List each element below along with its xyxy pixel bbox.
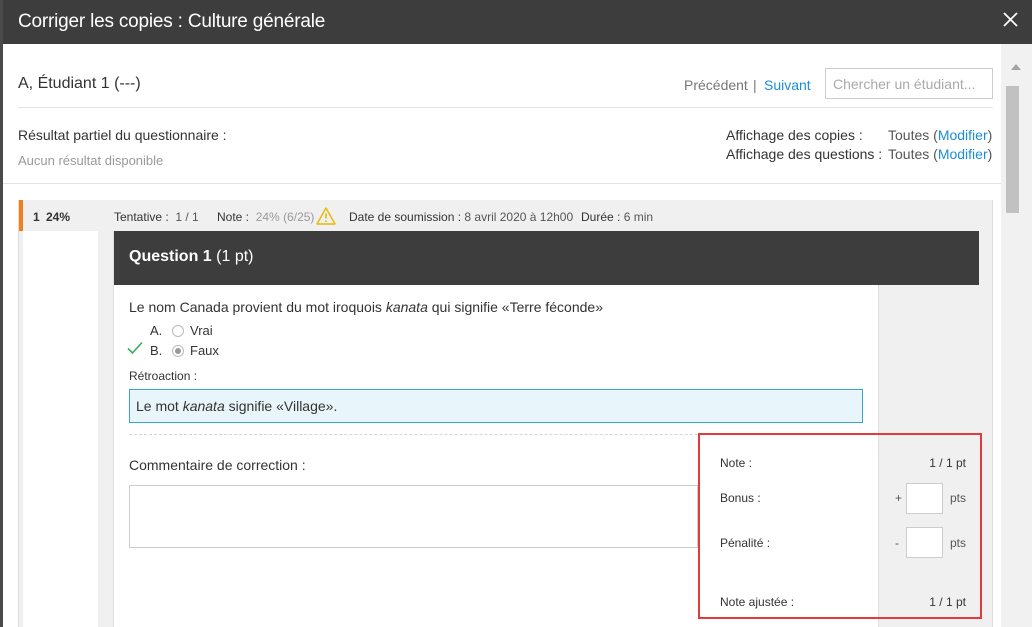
grade-note-label: Note : xyxy=(720,456,753,470)
next-link[interactable]: Suivant xyxy=(764,77,811,93)
copies-display-label: Affichage des copies : xyxy=(726,127,863,143)
questions-modify-link[interactable]: Modifier xyxy=(938,146,988,162)
attempt-number: 1 xyxy=(33,210,40,224)
submission-date-meta: Date de soumission : 8 avril 2020 à 12h0… xyxy=(349,210,574,224)
question-header: Question 1 (1 pt) xyxy=(114,231,979,285)
partial-result-value: Aucun résultat disponible xyxy=(18,153,164,168)
close-icon[interactable] xyxy=(1002,11,1019,28)
choice-b: B. Faux xyxy=(127,341,329,361)
attempt-marker xyxy=(19,200,23,231)
choice-a: A. Vrai xyxy=(150,323,213,338)
radio-choice-b xyxy=(172,345,184,357)
tentative-meta: Tentative : 1 / 1 xyxy=(114,210,199,224)
penalty-unit: pts xyxy=(950,536,967,550)
grading-modal: Corriger les copies : Culture générale A… xyxy=(3,0,1032,627)
radio-choice-a xyxy=(172,325,184,337)
previous-link[interactable]: Précédent xyxy=(684,77,748,93)
adjusted-grade-label: Note ajustée : xyxy=(720,595,795,609)
adjusted-grade-value: 1 / 1 pt xyxy=(929,595,966,609)
student-search-input[interactable] xyxy=(825,68,993,99)
attempt-tab[interactable] xyxy=(23,231,98,627)
question-title: Question 1 (1 pt) xyxy=(129,248,254,265)
divider xyxy=(18,107,993,108)
feedback-label: Rétroaction : xyxy=(129,369,198,383)
bonus-label: Bonus : xyxy=(720,491,761,505)
partial-result-label: Résultat partiel du questionnaire : xyxy=(18,127,227,143)
modal-header: Corriger les copies : Culture générale xyxy=(3,0,1032,44)
penalty-label: Pénalité : xyxy=(720,536,771,550)
feedback-box: Le mot kanata signifie «Village». xyxy=(129,389,863,423)
penalty-sign: - xyxy=(895,536,899,550)
bonus-unit: pts xyxy=(950,491,967,505)
duration-meta: Durée : 6 min xyxy=(581,210,654,224)
warning-icon xyxy=(316,207,336,225)
copies-modify-link[interactable]: Modifier xyxy=(938,127,988,143)
questions-display-value: Toutes (Modifier) xyxy=(888,146,993,162)
copies-display-value: Toutes (Modifier) xyxy=(888,127,993,143)
student-name: A, Étudiant 1 (---) xyxy=(18,75,141,92)
scroll-up-icon[interactable] xyxy=(1011,64,1021,70)
attempt-percent: 24% xyxy=(46,210,71,224)
grade-note-value: 1 / 1 pt xyxy=(929,456,966,470)
modal-title: Corriger les copies : Culture générale xyxy=(18,11,326,32)
comment-label: Commentaire de correction : xyxy=(129,457,306,473)
bonus-sign: + xyxy=(895,491,903,505)
bonus-input[interactable] xyxy=(906,483,943,514)
penalty-input[interactable] xyxy=(906,527,943,558)
question-text: Le nom Canada provient du mot iroquois k… xyxy=(129,299,603,315)
note-meta: Note : 24% (6/25) xyxy=(217,210,315,224)
nav-separator: | xyxy=(753,77,757,93)
check-icon xyxy=(127,341,143,355)
scroll-thumb[interactable] xyxy=(1006,86,1019,213)
questions-display-label: Affichage des questions : xyxy=(726,146,883,162)
scrollbar[interactable] xyxy=(1001,44,1032,627)
divider xyxy=(3,183,1003,184)
grading-panel: Note : 1 / 1 pt Bonus : + pts Pénalité :… xyxy=(698,433,982,619)
comment-textarea[interactable] xyxy=(129,485,698,548)
